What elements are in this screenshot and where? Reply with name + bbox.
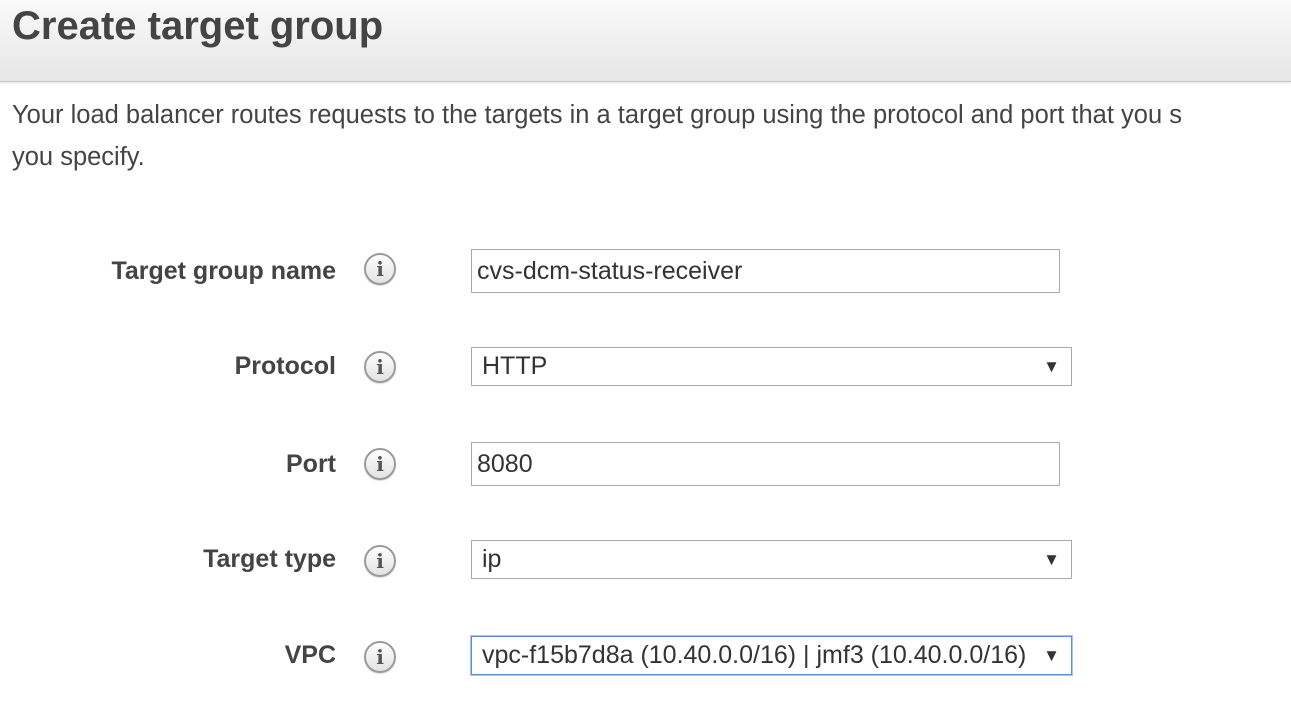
description-line-1: Your load balancer routes requests to th…	[12, 101, 1182, 129]
info-icon[interactable]: i	[364, 545, 396, 577]
port-input[interactable]	[471, 442, 1060, 486]
port-label: Port	[286, 450, 336, 478]
target-type-label: Target type	[203, 545, 336, 573]
info-icon-glyph: i	[376, 257, 384, 281]
info-icon-glyph: i	[376, 549, 384, 573]
target-group-name-input[interactable]	[471, 249, 1060, 293]
target-type-selected-value: ip	[482, 545, 502, 573]
target-type-select[interactable]: ip ▼	[471, 540, 1072, 579]
target-group-name-label: Target group name	[111, 257, 336, 285]
protocol-selected-value: HTTP	[482, 352, 548, 380]
page-description: Your load balancer routes requests to th…	[12, 94, 1291, 178]
page-title: Create target group	[12, 4, 384, 48]
protocol-select[interactable]: HTTP ▼	[471, 347, 1072, 386]
chevron-down-icon: ▼	[1043, 357, 1060, 376]
page-header: Create target group	[0, 0, 1291, 82]
form-row-target-group-name: Target group name i	[0, 249, 1291, 297]
vpc-selected-value: vpc-f15b7d8a (10.40.0.0/16) | jmf3 (10.4…	[482, 641, 1027, 669]
info-icon-glyph: i	[376, 452, 384, 476]
chevron-down-icon: ▼	[1043, 550, 1060, 569]
form-row-port: Port i	[0, 442, 1291, 490]
protocol-label: Protocol	[234, 352, 336, 380]
info-icon-glyph: i	[376, 645, 384, 669]
info-icon-glyph: i	[376, 355, 384, 379]
vpc-select[interactable]: vpc-f15b7d8a (10.40.0.0/16) | jmf3 (10.4…	[471, 636, 1072, 675]
vpc-label: VPC	[284, 641, 336, 669]
info-icon[interactable]: i	[364, 351, 396, 383]
info-icon[interactable]: i	[364, 253, 396, 285]
page: Create target group Your load balancer r…	[0, 0, 1291, 721]
form-row-protocol: Protocol i HTTP ▼	[0, 347, 1291, 395]
form-row-vpc: VPC i vpc-f15b7d8a (10.40.0.0/16) | jmf3…	[0, 636, 1291, 684]
info-icon[interactable]: i	[364, 448, 396, 480]
description-line-2: you specify.	[12, 143, 145, 171]
chevron-down-icon: ▼	[1043, 646, 1060, 665]
info-icon[interactable]: i	[364, 641, 396, 673]
form-row-target-type: Target type i ip ▼	[0, 540, 1291, 588]
